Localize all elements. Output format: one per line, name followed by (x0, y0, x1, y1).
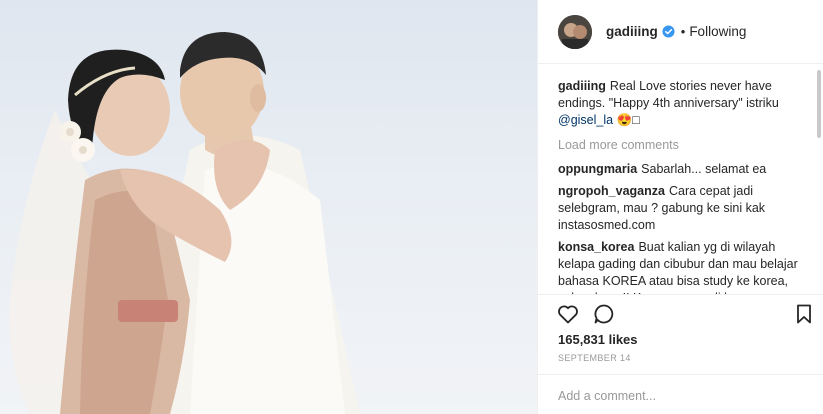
post-header: gadiiing • Following (538, 0, 823, 64)
verified-badge-icon (662, 25, 675, 38)
avatar[interactable] (558, 14, 592, 49)
bookmark-icon[interactable] (792, 302, 816, 326)
comment-item: konsa_korea Buat kalian yg di wilayah kel… (558, 239, 804, 294)
comment-username[interactable]: konsa_korea (558, 240, 634, 254)
post-photo[interactable] (0, 0, 537, 414)
post-date[interactable]: September 14 (558, 353, 631, 363)
comment-icon[interactable] (592, 302, 616, 326)
load-more-comments-link[interactable]: Load more comments (558, 137, 804, 154)
comment-item: oppungmaria Sabarlah... selamat ea (558, 161, 804, 178)
heart-icon[interactable] (556, 302, 580, 326)
post-caption: gadiiing Real Love stories never have end… (558, 78, 804, 129)
instagram-post: gadiiing • Following gadiiing Real Love s… (0, 0, 823, 414)
separator-dot: • (680, 24, 686, 39)
wedding-photo-illustration (9, 32, 360, 414)
post-sidebar: gadiiing • Following gadiiing Real Love s… (537, 0, 823, 414)
likes-count[interactable]: 165,831 likes (558, 332, 638, 347)
avatar-image (558, 14, 592, 49)
action-bar (538, 294, 823, 332)
comment-username[interactable]: ngropoh_vaganza (558, 184, 665, 198)
add-comment-input[interactable]: Add a comment... (538, 374, 823, 414)
following-button[interactable]: Following (689, 24, 746, 39)
comment-item: ngropoh_vaganza Cara cepat jadi selebgram… (558, 183, 804, 234)
comments-list[interactable]: gadiiing Real Love stories never have end… (538, 64, 823, 294)
caption-username[interactable]: gadiiing (558, 79, 606, 93)
username-link[interactable]: gadiiing (606, 24, 658, 39)
comments-scrollbar[interactable] (817, 70, 821, 138)
caption-emoji: 😍□ (616, 113, 640, 127)
comment-text: Sabarlah... selamat ea (641, 162, 767, 176)
caption-mention[interactable]: @gisel_la (558, 113, 613, 127)
comment-username[interactable]: oppungmaria (558, 162, 637, 176)
